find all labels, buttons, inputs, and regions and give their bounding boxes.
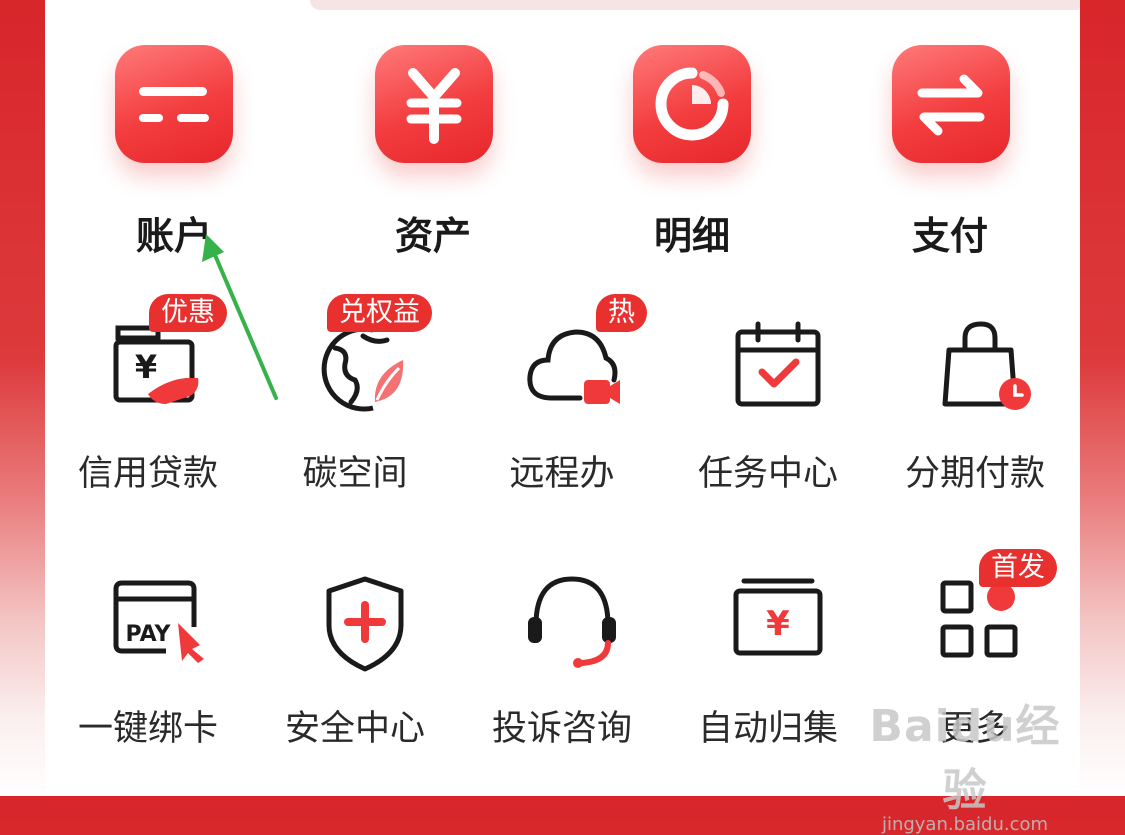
feature-details-label: 明细 [653,214,730,258]
grid-item-label: 一键绑卡 [77,709,218,749]
grid-item-security-center[interactable]: 安全中心 [255,575,455,775]
transfer-icon [892,45,1010,163]
globe-leaf-icon [321,326,404,412]
feature-assets-label: 资产 [394,214,471,258]
grid-item-label: 远程办 [509,454,615,494]
feature-account-label: 账户 [135,214,212,258]
top-card-edge [310,0,1080,10]
pay-card-icon: PAY [113,580,204,663]
grid-item-task-center[interactable]: 任务中心 [668,320,868,520]
grid-item-installment[interactable]: 分期付款 [875,320,1075,520]
feature-pay-label: 支付 [911,214,988,258]
yuan-box-icon: ¥ [733,578,823,656]
grid-item-remote-office[interactable]: 热 远程办 [462,294,662,520]
account-icon [115,45,233,163]
grid-item-label: 任务中心 [697,454,838,494]
grid-item-label: 安全中心 [284,709,425,749]
badge-hot: 热 [596,294,647,332]
badge-debut: 首发 [979,549,1057,587]
yuan-icon [375,45,493,163]
badge-discount: 优惠 [149,294,227,332]
loan-icon: ¥ [113,325,199,404]
grid-item-label: 自动归集 [697,709,838,749]
watermark: Baidu经验 jingyan.baidu.com [865,690,1065,835]
headset-icon [528,576,616,668]
shopping-bag-clock-icon [942,321,1031,410]
more-grid-icon [940,580,1018,658]
grid-item-label: 投诉咨询 [491,709,632,749]
grid-item-label: 碳空间 [302,454,408,494]
grid-item-auto-collect[interactable]: ¥ 自动归集 [668,575,868,775]
svg-text:PAY: PAY [126,622,172,647]
grid-item-carbon-space[interactable]: 兑权益 碳空间 [255,294,455,520]
grid-item-label: 信用贷款 [77,454,218,494]
cloud-video-icon [527,329,620,404]
svg-text:¥: ¥ [766,604,790,644]
grid-item-bind-card[interactable]: PAY 一键绑卡 [48,575,248,775]
calendar-check-icon [735,321,821,407]
grid-item-label: 分期付款 [904,454,1045,494]
svg-text:¥: ¥ [135,348,157,386]
shield-icon [326,576,404,672]
watermark-url: jingyan.baidu.com [881,814,1049,835]
grid-item-credit-loan[interactable]: ¥ 优惠 信用贷款 [48,294,248,520]
watermark-logo: Baidu经验 [869,701,1061,816]
grid-item-complaint[interactable]: 投诉咨询 [462,575,662,775]
pie-chart-icon [633,45,751,163]
badge-redeem-rights: 兑权益 [327,294,432,332]
